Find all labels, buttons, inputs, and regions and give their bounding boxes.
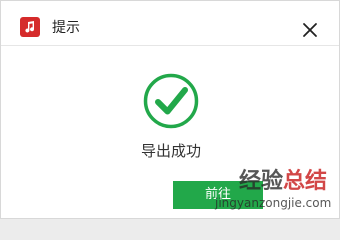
dialog-titlebar: 提示 — [1, 1, 339, 46]
goto-button[interactable]: 前往 — [173, 181, 263, 209]
export-success-dialog: 提示 导出成功 前往 经验总结 jingyanzongjie.com — [0, 0, 340, 219]
dialog-title: 提示 — [52, 20, 80, 36]
check-circle-icon — [143, 73, 199, 129]
watermark-brand-part2: 总结 — [283, 169, 328, 194]
music-note-icon — [20, 17, 40, 37]
status-message: 导出成功 — [140, 142, 201, 160]
close-icon[interactable] — [301, 21, 319, 39]
